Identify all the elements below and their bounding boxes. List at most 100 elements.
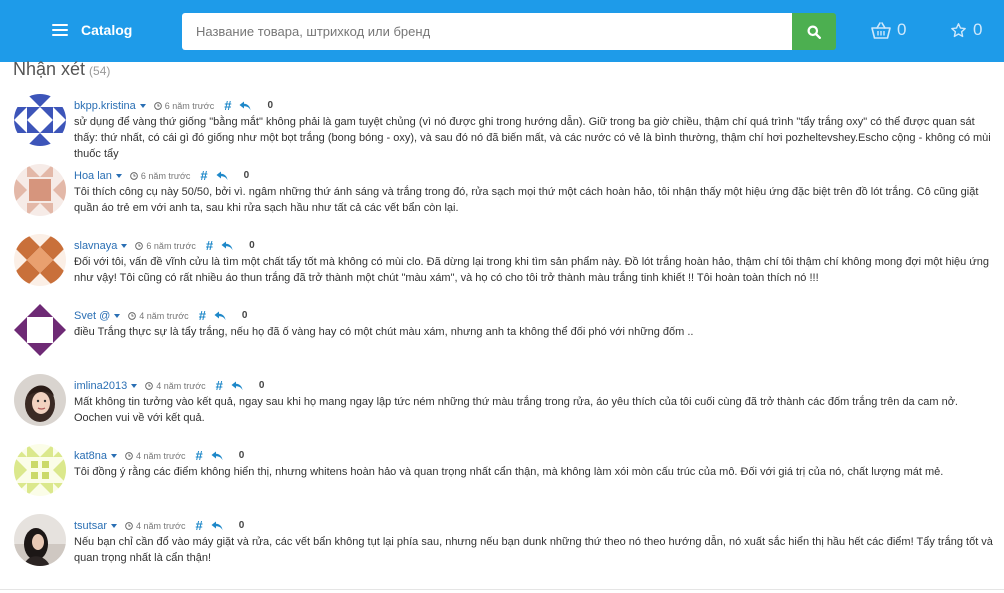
- search-input[interactable]: [182, 13, 800, 50]
- clock-icon: [135, 241, 144, 250]
- comment-time: 4 năm trước: [145, 380, 206, 391]
- comment-permalink[interactable]: #: [224, 98, 231, 113]
- favorites-count: 0: [973, 20, 983, 39]
- comment-item: Hoa lan 6 năm trước # 0 Tôi thích công c…: [0, 160, 1004, 230]
- comments-section-title: Nhận xét (54): [13, 59, 110, 80]
- author-dropdown-caret[interactable]: [114, 313, 121, 318]
- comment-text: Đối với tôi, vấn đề vĩnh cửu là tìm một …: [74, 256, 989, 284]
- reply-icon[interactable]: [231, 381, 243, 391]
- reply-icon[interactable]: [211, 451, 223, 461]
- comment-votes: 0: [249, 240, 255, 251]
- comment-time-text: 4 năm trước: [136, 450, 186, 461]
- comment-votes: 0: [243, 170, 250, 181]
- comment-time-text: 4 năm trước: [156, 380, 206, 391]
- comment-permalink[interactable]: #: [195, 448, 202, 463]
- favorites-button[interactable]: 0: [950, 20, 982, 40]
- comment-meta: Svet @ 4 năm trước # 0: [74, 308, 247, 323]
- reply-icon[interactable]: [239, 101, 251, 111]
- comment-votes: 0: [258, 380, 265, 391]
- reply-icon[interactable]: [211, 521, 223, 531]
- comment-text: Nếu bạn chỉ cần đổ vào máy giặt và rửa, …: [74, 536, 993, 564]
- comment-author[interactable]: bkpp.kristina: [74, 100, 136, 112]
- comment-time: 6 năm trước: [153, 100, 215, 111]
- comment-meta: bkpp.kristina 6 năm trước # 0: [74, 98, 273, 113]
- comment-time-text: 6 năm trước: [146, 240, 196, 251]
- author-dropdown-caret[interactable]: [121, 243, 128, 248]
- comment-votes: 0: [241, 310, 248, 321]
- reply-icon[interactable]: [221, 241, 233, 251]
- comment-permalink[interactable]: #: [216, 378, 223, 393]
- bottom-divider: [0, 589, 1004, 590]
- comment-meta: tsutsar 4 năm trước # 0: [74, 518, 244, 533]
- brand-catalog-link[interactable]: Catalog: [81, 22, 132, 38]
- comment-time: 4 năm trước: [125, 521, 185, 531]
- comment-permalink[interactable]: #: [200, 168, 207, 183]
- reply-icon[interactable]: [214, 311, 226, 321]
- star-icon: [951, 22, 966, 37]
- comment-time: 4 năm trước: [125, 451, 185, 461]
- comment-permalink[interactable]: #: [195, 518, 202, 533]
- comment-text: sử dụng để vàng thứ giống "bằng mắt" khô…: [74, 116, 991, 160]
- comments-count: (54): [89, 64, 111, 78]
- comment-permalink[interactable]: #: [199, 308, 206, 323]
- clock-icon: [125, 451, 133, 460]
- comment-item: slavnaya 6 năm trước # 0 Đối với tôi, vấ…: [0, 230, 1004, 300]
- avatar[interactable]: [14, 444, 66, 496]
- avatar[interactable]: [14, 514, 66, 566]
- basket-icon: [871, 21, 891, 39]
- author-dropdown-caret[interactable]: [139, 103, 146, 108]
- comment-time: 4 năm trước: [128, 310, 189, 321]
- avatar[interactable]: [14, 164, 66, 216]
- comment-text: Tôi đồng ý rằng các điểm không hiển thị,…: [74, 466, 944, 478]
- clock-icon: [125, 521, 133, 530]
- comment-permalink[interactable]: #: [206, 238, 213, 253]
- comment-author[interactable]: tsutsar: [74, 520, 107, 532]
- cart-count: 0: [897, 20, 907, 39]
- comment-item: bkpp.kristina 6 năm trước # 0 sử dụng để…: [0, 90, 1004, 160]
- comment-time-text: 4 năm trước: [139, 310, 189, 321]
- reply-icon[interactable]: [216, 171, 228, 181]
- comment-meta: slavnaya 6 năm trước # 0: [74, 238, 255, 253]
- clock-icon: [153, 101, 162, 110]
- comment-time-text: 6 năm trước: [164, 100, 215, 111]
- search-icon: [807, 25, 821, 39]
- clock-icon: [145, 381, 154, 390]
- clock-icon: [130, 171, 138, 180]
- comment-author[interactable]: slavnaya: [74, 240, 117, 252]
- comment-item: kat8na 4 năm trước # 0 Tôi đồng ý rằng c…: [0, 440, 1004, 510]
- comment-author[interactable]: kat8na: [74, 450, 107, 462]
- author-dropdown-caret[interactable]: [111, 453, 118, 458]
- author-dropdown-caret[interactable]: [131, 383, 138, 388]
- avatar[interactable]: [14, 304, 66, 356]
- comment-item: imlina2013 4 năm trước # 0 Mất không tin…: [0, 370, 1004, 440]
- comment-text: Mất không tin tưởng vào kết quả, ngay sa…: [74, 396, 958, 424]
- comment-time-text: 4 năm trước: [136, 520, 186, 531]
- comment-author[interactable]: Svet @: [74, 310, 110, 322]
- author-dropdown-caret[interactable]: [115, 173, 122, 178]
- section-title-text: Nhận xét: [13, 59, 86, 79]
- hamburger-menu-icon[interactable]: [52, 24, 68, 36]
- avatar[interactable]: [14, 94, 66, 146]
- comment-author[interactable]: imlina2013: [74, 380, 127, 392]
- cart-button[interactable]: 0: [871, 20, 906, 40]
- avatar[interactable]: [14, 374, 66, 426]
- comment-votes: 0: [267, 100, 274, 111]
- comment-item: Svet @ 4 năm trước # 0 điều Trắng thực s…: [0, 300, 1004, 370]
- comment-votes: 0: [238, 450, 245, 461]
- comment-list: bkpp.kristina 6 năm trước # 0 sử dụng để…: [0, 90, 1004, 580]
- comment-text: Tôi thích công cụ này 50/50, bởi vì. ngâ…: [74, 186, 979, 214]
- comment-time: 6 năm trước: [130, 171, 190, 181]
- comment-meta: Hoa lan 6 năm trước # 0: [74, 168, 249, 183]
- comment-item: tsutsar 4 năm trước # 0 Nếu bạn chỉ cần …: [0, 510, 1004, 580]
- search-button[interactable]: [792, 13, 836, 50]
- author-dropdown-caret[interactable]: [111, 523, 118, 528]
- comment-meta: imlina2013 4 năm trước # 0: [74, 378, 264, 393]
- comment-meta: kat8na 4 năm trước # 0: [74, 448, 244, 463]
- comment-text: điều Trắng thực sự là tẩy trắng, nếu họ …: [74, 326, 694, 338]
- comment-time-text: 6 năm trước: [140, 170, 191, 181]
- search-box: [182, 13, 800, 50]
- comment-votes: 0: [238, 520, 245, 531]
- avatar[interactable]: [14, 234, 66, 286]
- comment-time: 6 năm trước: [135, 240, 196, 251]
- comment-author[interactable]: Hoa lan: [74, 170, 112, 182]
